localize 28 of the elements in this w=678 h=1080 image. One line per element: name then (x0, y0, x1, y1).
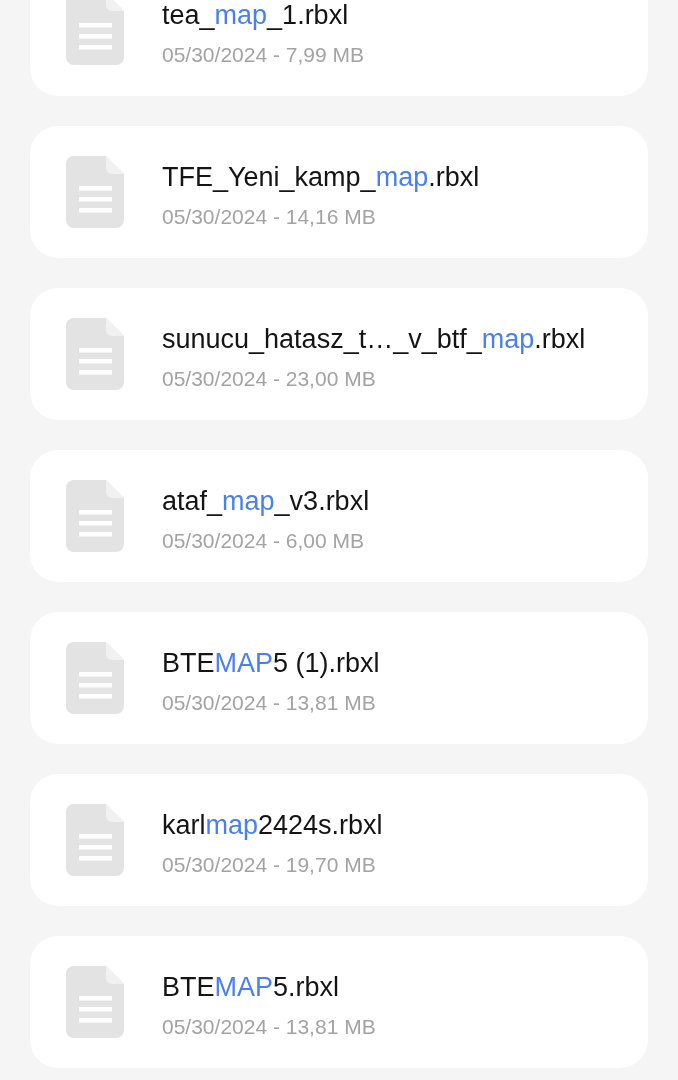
file-details: 05/30/2024 - 13,81 MB (162, 691, 377, 715)
file-item[interactable]: BTEMAP5.rbxl 05/30/2024 - 13,81 MB (30, 936, 648, 1068)
file-name: BTEMAP5 (1).rbxl (162, 648, 380, 678)
document-icon (66, 804, 124, 876)
file-details: 05/30/2024 - 13,81 MB (162, 1015, 376, 1039)
file-item[interactable]: sunucu_hatasz_t…_v_btf_map.rbxl 05/30/2024 - 23,00 MB (30, 288, 648, 420)
file-details: 05/30/2024 - 23,00 MB (162, 367, 377, 391)
file-name: tea_map_1.rbxl (162, 0, 350, 30)
document-icon (66, 480, 124, 552)
document-icon (66, 966, 124, 1038)
file-details: 05/30/2024 - 6,00 MB (162, 529, 365, 553)
file-details: 05/30/2024 - 7,99 MB (162, 43, 364, 67)
file-item[interactable]: ataf_map_v3.rbxl 05/30/2024 - 6,00 MB (30, 450, 648, 582)
document-icon (66, 318, 124, 390)
file-item[interactable]: TFE_Yeni_kamp_map.rbxl 05/30/2024 - 14,16 MB (30, 126, 648, 258)
file-name: sunucu_hatasz_t…_v_btf_map.rbxl (162, 324, 586, 354)
file-details: 05/30/2024 - 14,16 MB (162, 205, 377, 229)
file-name: karlmap2424s.rbxl (162, 810, 383, 840)
file-details: 05/30/2024 - 19,70 MB (162, 853, 377, 877)
file-name: BTEMAP5.rbxl (162, 972, 341, 1002)
document-icon (66, 0, 124, 65)
document-icon (66, 156, 124, 228)
file-item[interactable]: tea_map_1.rbxl 05/30/2024 - 7,99 MB (30, 0, 648, 96)
document-icon (66, 642, 124, 714)
file-name: ataf_map_v3.rbxl (162, 486, 370, 516)
file-item[interactable]: karlmap2424s.rbxl 05/30/2024 - 19,70 MB (30, 774, 648, 906)
file-name: TFE_Yeni_kamp_map.rbxl (162, 162, 480, 192)
file-item[interactable]: BTEMAP5 (1).rbxl 05/30/2024 - 13,81 MB (30, 612, 648, 744)
